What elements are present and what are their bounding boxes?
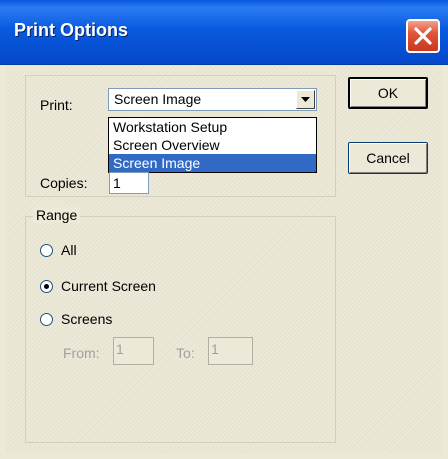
radio-circle[interactable]	[40, 279, 53, 293]
dropdown-option-screen-image[interactable]: Screen Image	[109, 154, 316, 172]
print-options-dialog: Print Options Print: Screen Image Workst…	[0, 0, 448, 459]
dialog-title: Print Options	[14, 20, 128, 40]
radio-selected-dot	[44, 283, 49, 289]
print-select[interactable]: Screen Image	[108, 88, 317, 111]
ok-button[interactable]: OK	[348, 77, 428, 109]
from-field: 1	[113, 337, 154, 365]
radio-screens[interactable]: Screens	[40, 311, 112, 327]
radio-current-screen-label: Current Screen	[61, 278, 156, 294]
cancel-button[interactable]: Cancel	[348, 142, 428, 174]
radio-all-label: All	[61, 242, 77, 258]
from-label: From:	[63, 345, 100, 361]
copies-label: Copies:	[40, 175, 88, 191]
print-dropdown-list: Workstation Setup Screen Overview Screen…	[108, 117, 317, 173]
to-label: To:	[176, 345, 195, 361]
dropdown-arrow-button[interactable]	[296, 90, 315, 109]
title-bar[interactable]: Print Options	[0, 0, 448, 65]
radio-screens-label: Screens	[61, 311, 113, 327]
radio-circle[interactable]	[40, 312, 53, 326]
dialog-body: Print: Screen Image Workstation Setup Sc…	[6, 65, 442, 453]
to-field: 1	[208, 337, 253, 365]
print-select-value: Screen Image	[114, 91, 202, 107]
radio-current-screen[interactable]: Current Screen	[40, 278, 156, 294]
dropdown-option-screen-overview[interactable]: Screen Overview	[109, 136, 316, 154]
print-label: Print:	[40, 97, 73, 113]
close-icon	[414, 27, 432, 45]
close-button[interactable]	[406, 19, 440, 53]
chevron-down-icon	[301, 97, 310, 102]
copies-field[interactable]: 1	[109, 172, 149, 194]
range-legend: Range	[33, 207, 81, 223]
radio-all[interactable]: All	[40, 242, 77, 258]
dropdown-option-workstation-setup[interactable]: Workstation Setup	[109, 118, 316, 136]
radio-circle[interactable]	[40, 243, 53, 257]
